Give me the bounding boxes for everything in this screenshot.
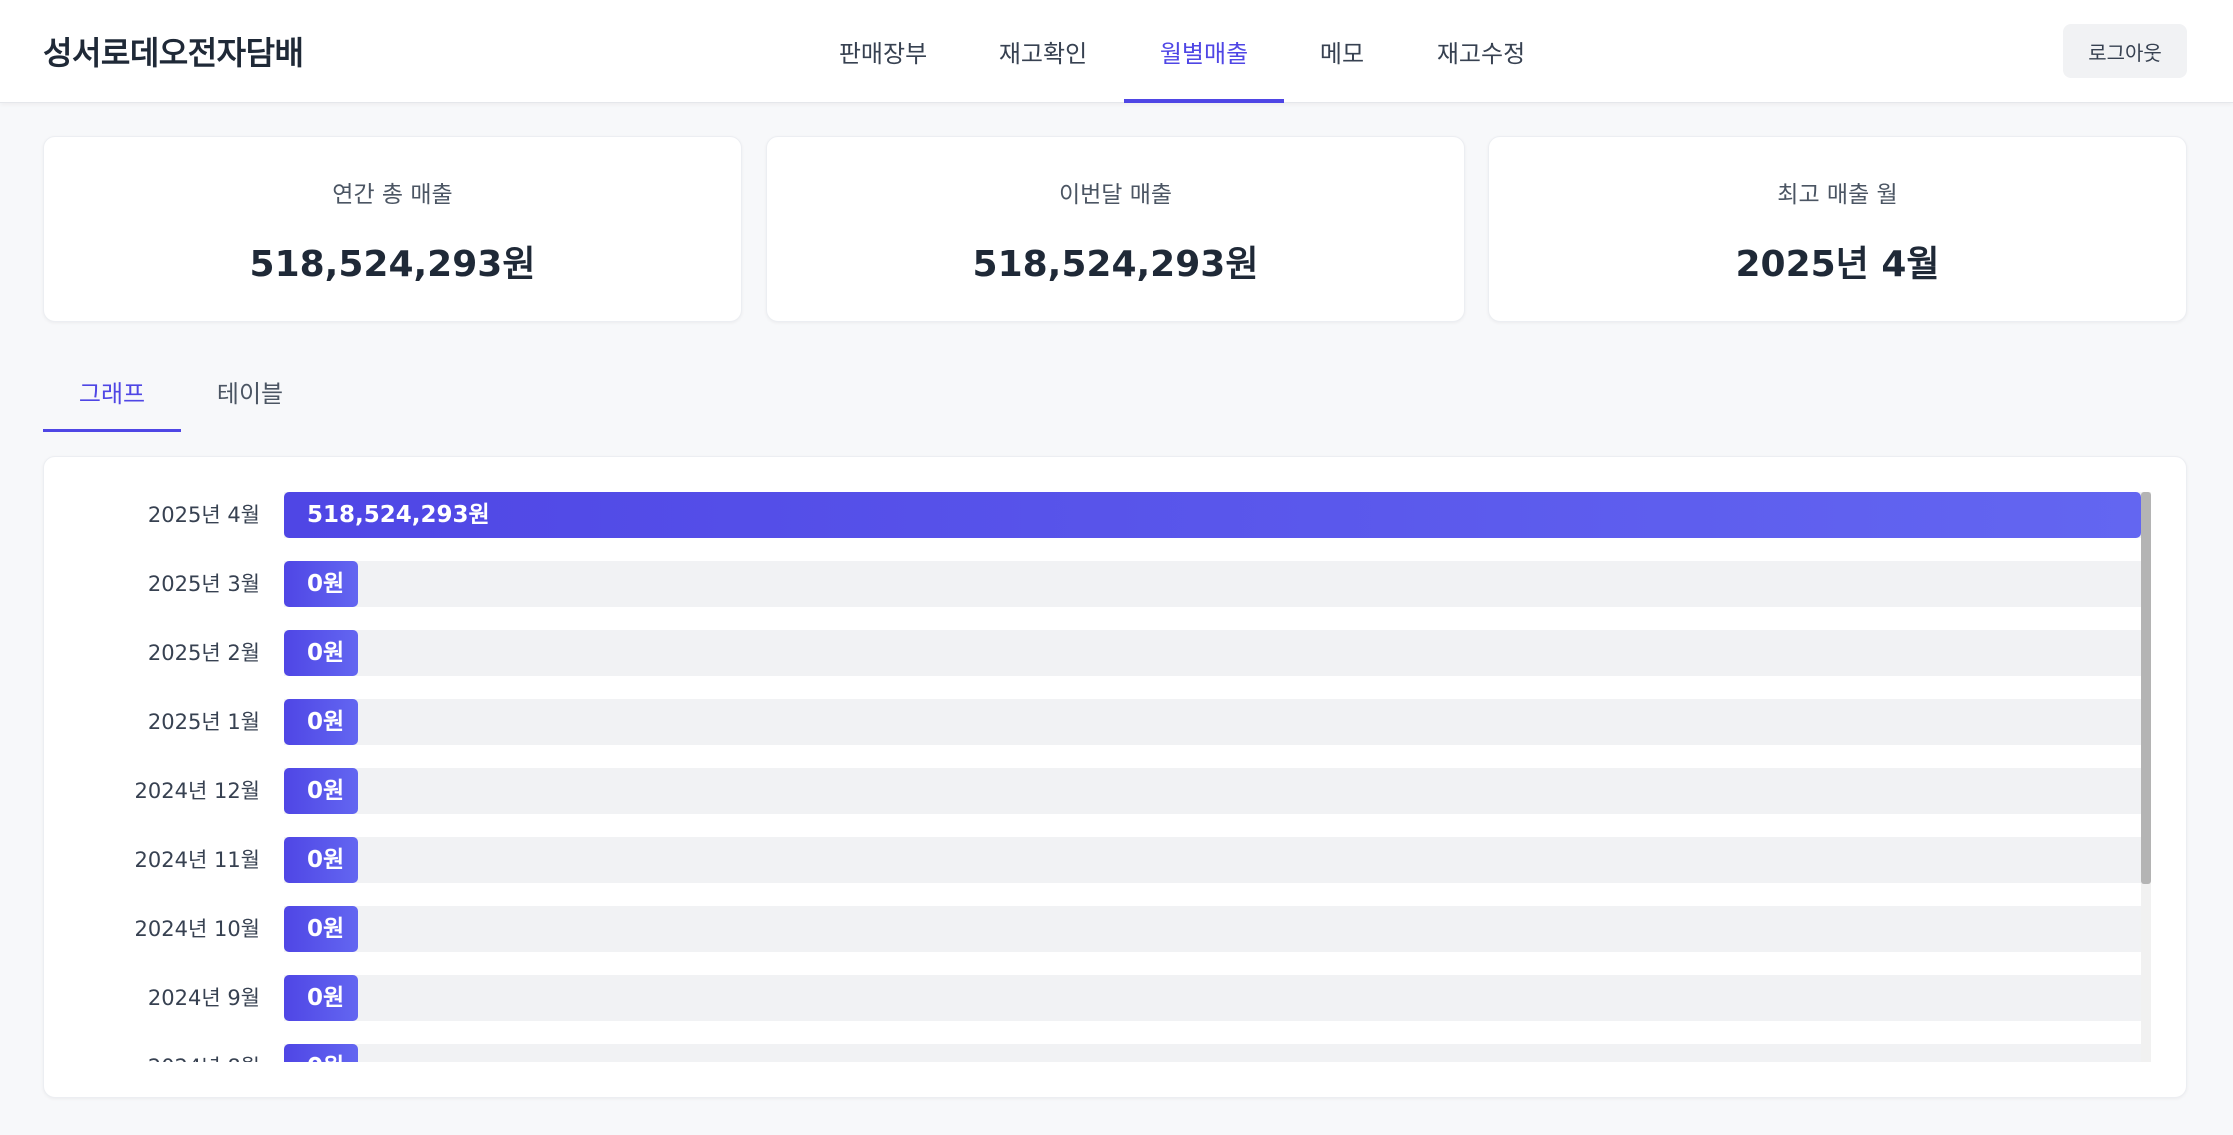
summary-label: 최고 매출 월: [1777, 182, 1898, 208]
chart-bar: 0원: [284, 837, 358, 883]
chart-row: 2025년 3월 0원: [44, 561, 2144, 607]
summary-value: 518,524,293원: [249, 244, 536, 285]
chart-bar: 0원: [284, 561, 358, 607]
nav-memo[interactable]: 메모: [1304, 0, 1380, 103]
chart-row: 2024년 8월 0원: [44, 1044, 2144, 1062]
summary-value: 2025년 4월: [1735, 244, 1940, 285]
chart-category-label: 2025년 2월: [147, 641, 260, 665]
chart-row: 2024년 12월 0원: [44, 768, 2144, 814]
summary-card-best-month: 최고 매출 월 2025년 4월: [1488, 136, 2187, 322]
chart-bar: 0원: [284, 906, 358, 952]
chart-row: 2025년 2월 0원: [44, 630, 2144, 676]
chart-bar-track: [284, 768, 2141, 814]
chart-scroll-area[interactable]: 2025년 4월 518,524,293원 2025년 3월 0원 2025년 2월 0원…: [44, 492, 2152, 1062]
chart-bar-track: [284, 561, 2141, 607]
chart-bar-track: [284, 975, 2141, 1021]
nav-sales-ledger[interactable]: 판매장부: [822, 0, 944, 103]
tab-graph[interactable]: 그래프: [43, 350, 181, 432]
chart-category-label: 2024년 11월: [134, 848, 260, 872]
chart-row: 2024년 9월 0원: [44, 975, 2144, 1021]
nav-stock-edit[interactable]: 재고수정: [1420, 0, 1542, 103]
chart-bar-track: [284, 1044, 2141, 1062]
chart-scrollbar[interactable]: [2141, 492, 2151, 1062]
nav-stock-check[interactable]: 재고확인: [982, 0, 1104, 103]
summary-label: 이번달 매출: [1058, 182, 1173, 208]
scrollbar-thumb[interactable]: [2141, 492, 2151, 884]
chart-category-label: 2024년 8월: [44, 1044, 260, 1062]
chart-row: 2024년 10월 0원: [44, 906, 2144, 952]
brand-title: 성서로데오전자담배: [43, 34, 304, 72]
logout-button[interactable]: 로그아웃: [2063, 24, 2187, 78]
tab-table[interactable]: 테이블: [181, 350, 319, 432]
chart-bar-track: [284, 630, 2141, 676]
chart-category-label: 2025년 4월: [147, 503, 260, 527]
chart-bar: 0원: [284, 768, 358, 814]
chart-bar: 0원: [284, 1044, 358, 1062]
top-header: 성서로데오전자담배 판매장부 재고확인 월별매출 메모 재고수정 로그아웃: [0, 0, 2233, 103]
chart-category-label: 2025년 1월: [147, 710, 260, 734]
chart-category-label: 2024년 12월: [134, 779, 260, 803]
chart-category-label: 2024년 10월: [134, 917, 260, 941]
chart-row: 2025년 1월 0원: [44, 699, 2144, 745]
monthly-sales-chart: 2025년 4월 518,524,293원 2025년 3월 0원 2025년 2월 0원…: [43, 456, 2187, 1098]
chart-row: 2025년 4월 518,524,293원: [44, 492, 2144, 538]
summary-card-this-month: 이번달 매출 518,524,293원: [766, 136, 1465, 322]
summary-value: 518,524,293원: [972, 244, 1259, 285]
summary-label: 연간 총 매출: [332, 182, 453, 208]
chart-row: 2024년 11월 0원: [44, 837, 2144, 883]
chart-bar: 518,524,293원: [284, 492, 2141, 538]
chart-bar: 0원: [284, 699, 358, 745]
chart-bar: 0원: [284, 975, 358, 1021]
nav-monthly-sales[interactable]: 월별매출: [1124, 0, 1284, 103]
chart-bar-track: [284, 906, 2141, 952]
chart-bar: 0원: [284, 630, 358, 676]
chart-bar-track: [284, 837, 2141, 883]
summary-card-annual-total: 연간 총 매출 518,524,293원: [43, 136, 742, 322]
chart-category-label: 2025년 3월: [147, 572, 260, 596]
chart-category-label: 2024년 9월: [147, 986, 260, 1010]
chart-bar-track: [284, 699, 2141, 745]
